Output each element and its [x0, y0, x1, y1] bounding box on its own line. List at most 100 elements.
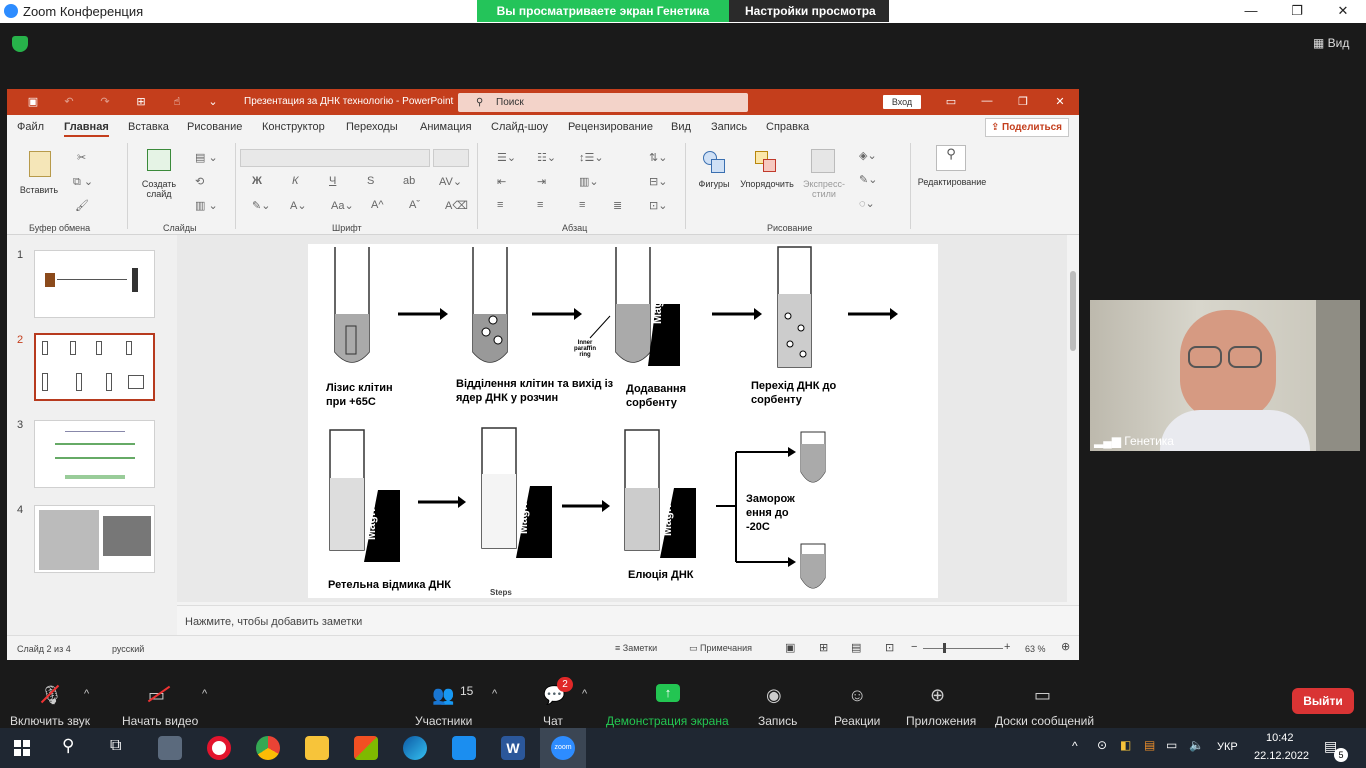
- zoom-taskbar-item[interactable]: zoom: [540, 728, 586, 768]
- record-button-label[interactable]: Запись: [758, 714, 797, 728]
- task-view-icon[interactable]: ⧉: [110, 737, 121, 755]
- tab-review[interactable]: Рецензирование: [568, 121, 653, 133]
- chevron-up-icon[interactable]: ^: [202, 688, 207, 700]
- numbering-icon[interactable]: ☷⌄: [537, 151, 556, 164]
- chat-button-label[interactable]: Чат: [543, 714, 563, 728]
- video-button-label[interactable]: Начать видео: [122, 714, 198, 728]
- slide-thumbnail-2[interactable]: [34, 333, 155, 401]
- text-direction-icon[interactable]: ⇅⌄: [649, 151, 667, 164]
- input-language[interactable]: УКР: [1217, 741, 1238, 753]
- ppt-close-button[interactable]: ✕: [1052, 95, 1068, 109]
- ppt-restore-button[interactable]: ❐: [1015, 95, 1031, 109]
- tray-chevron-icon[interactable]: ^: [1072, 739, 1078, 753]
- sorter-view-icon[interactable]: ⊞: [819, 641, 828, 654]
- change-case-icon[interactable]: Aa⌄: [331, 199, 354, 212]
- view-settings-button[interactable]: Настройки просмотра ⌄: [729, 0, 889, 40]
- participant-video[interactable]: ▂▄▆ Генетика: [1090, 300, 1360, 451]
- editing-label[interactable]: Редактирование: [915, 177, 989, 187]
- volume-icon[interactable]: 🔈: [1189, 738, 1204, 752]
- chevron-up-icon[interactable]: ^: [84, 688, 89, 700]
- store-icon[interactable]: [354, 736, 378, 760]
- increase-indent-icon[interactable]: ⇥: [537, 175, 546, 188]
- touch-mode-icon[interactable]: ☝: [169, 95, 185, 109]
- line-spacing-icon[interactable]: ↕☰⌄: [579, 151, 604, 164]
- scrollbar-thumb[interactable]: [1070, 271, 1076, 351]
- opera-icon[interactable]: [207, 736, 231, 760]
- align-text-icon[interactable]: ⊟⌄: [649, 175, 667, 188]
- undo-icon[interactable]: ↶: [61, 95, 77, 109]
- zoom-slider-handle[interactable]: [943, 643, 946, 653]
- notes-pane[interactable]: Нажмите, чтобы добавить заметки: [177, 605, 1079, 635]
- record-icon[interactable]: ◉: [766, 685, 782, 706]
- section-icon[interactable]: ▥ ⌄: [195, 199, 218, 212]
- edge-icon[interactable]: [403, 736, 427, 760]
- format-painter-icon[interactable]: 🖌: [75, 199, 89, 212]
- redo-icon[interactable]: ↷: [97, 95, 113, 109]
- tab-help[interactable]: Справка: [766, 121, 809, 133]
- new-slide-icon[interactable]: [147, 149, 171, 171]
- word-icon[interactable]: W: [501, 736, 525, 760]
- apps-button-label[interactable]: Приложения: [906, 714, 976, 728]
- reactions-button-label[interactable]: Реакции: [834, 714, 880, 728]
- justify-icon[interactable]: ≣: [613, 199, 622, 212]
- windows-start-icon[interactable]: [14, 740, 30, 756]
- font-size-select[interactable]: [433, 149, 469, 167]
- login-button[interactable]: Вход: [883, 95, 921, 109]
- reading-view-icon[interactable]: ▤: [851, 641, 861, 654]
- slide-thumbnail-3[interactable]: [34, 420, 155, 488]
- shadow-icon[interactable]: S: [367, 175, 374, 187]
- slideshow-view-icon[interactable]: ⊡: [885, 641, 894, 654]
- zoom-in-icon[interactable]: +: [1004, 641, 1010, 653]
- ppt-minimize-button[interactable]: —: [979, 95, 995, 109]
- apps-icon[interactable]: ⊕: [930, 685, 945, 706]
- language-indicator[interactable]: русский: [112, 644, 144, 654]
- mic-muted-icon[interactable]: 🎙: [40, 684, 63, 706]
- copy-icon[interactable]: ⧉ ⌄: [73, 175, 93, 189]
- video-off-icon[interactable]: ▭: [147, 685, 171, 706]
- font-family-select[interactable]: [240, 149, 430, 167]
- bullets-icon[interactable]: ☰⌄: [497, 151, 516, 164]
- find-icon[interactable]: ⚲: [936, 145, 966, 171]
- smartart-icon[interactable]: ⊡⌄: [649, 199, 667, 212]
- search-icon[interactable]: ⚲: [62, 736, 74, 756]
- notes-button[interactable]: ≡ Заметки: [615, 643, 657, 653]
- font-color-icon[interactable]: A⌄: [290, 199, 307, 212]
- clock-date[interactable]: 22.12.2022: [1254, 750, 1309, 762]
- arrange-icon[interactable]: [755, 151, 777, 173]
- shield-icon[interactable]: [12, 36, 28, 52]
- save-icon[interactable]: ▣: [25, 95, 41, 109]
- tab-file[interactable]: Файл: [17, 121, 44, 133]
- highlight-icon[interactable]: ✎⌄: [252, 199, 270, 212]
- shapes-icon[interactable]: [703, 151, 725, 173]
- tab-record[interactable]: Запись: [711, 121, 747, 133]
- chevron-up-icon[interactable]: ^: [582, 688, 587, 700]
- tray-app-icon[interactable]: ◧: [1120, 738, 1131, 752]
- strikethrough-icon[interactable]: ab: [403, 175, 415, 187]
- shape-effects-icon[interactable]: ◌⌄: [859, 197, 875, 210]
- chrome-icon[interactable]: [256, 736, 280, 760]
- leave-button[interactable]: Выйти: [1292, 688, 1354, 714]
- current-slide[interactable]: Лізис клітин при +65С Відділення клітин …: [308, 244, 938, 598]
- mail-icon[interactable]: [452, 736, 476, 760]
- shape-outline-icon[interactable]: ✎⌄: [859, 173, 877, 186]
- tab-animations[interactable]: Анимация: [420, 121, 472, 133]
- tab-insert[interactable]: Вставка: [128, 121, 169, 133]
- tab-home[interactable]: Главная: [64, 121, 109, 137]
- share-screen-button-label[interactable]: Демонстрация экрана: [606, 714, 729, 728]
- zoom-out-icon[interactable]: −: [911, 641, 917, 653]
- slide-thumbnail-1[interactable]: [34, 250, 155, 318]
- search-input[interactable]: ⚲ Поиск: [458, 93, 748, 112]
- tray-camera-icon[interactable]: ⊙: [1097, 738, 1107, 752]
- align-right-icon[interactable]: ≡: [579, 199, 585, 211]
- maximize-button[interactable]: ❐: [1274, 0, 1320, 23]
- minimize-button[interactable]: —: [1228, 0, 1274, 23]
- cut-icon[interactable]: ✂: [77, 151, 86, 164]
- reset-icon[interactable]: ⟲: [195, 175, 204, 188]
- whiteboard-icon[interactable]: ▭: [1034, 685, 1051, 706]
- battery-icon[interactable]: ▭: [1166, 738, 1177, 752]
- slide-scrollbar[interactable]: [1067, 235, 1079, 602]
- shape-fill-icon[interactable]: ◈⌄: [859, 149, 877, 162]
- view-button[interactable]: ▦ Вид: [1313, 36, 1349, 50]
- participants-button-label[interactable]: Участники: [415, 714, 472, 728]
- clear-format-icon[interactable]: A⌫: [445, 199, 468, 212]
